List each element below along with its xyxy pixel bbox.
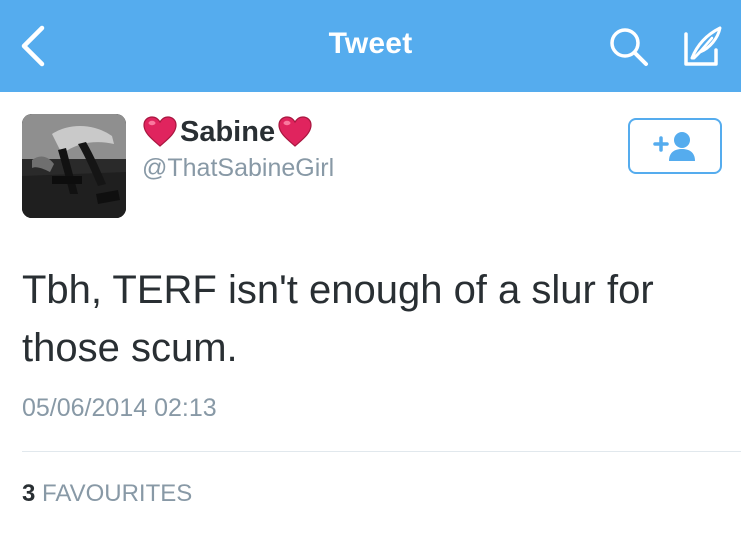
tweet-text: Tbh, TERF isn't enough of a slur for tho…	[22, 268, 654, 370]
favourites-stat[interactable]: 3 FAVOURITES	[22, 480, 192, 508]
tweet-timestamp: 05/06/2014 02:13	[22, 394, 217, 422]
author-name-row[interactable]: Sabine	[142, 112, 313, 152]
red-heart-icon	[278, 116, 312, 147]
back-chevron-icon	[21, 25, 45, 67]
favourites-count: 3	[22, 480, 36, 507]
compose-tweet-icon	[684, 26, 722, 66]
follow-button[interactable]	[628, 118, 722, 174]
search-button[interactable]	[604, 22, 654, 72]
divider	[22, 451, 741, 452]
author-handle[interactable]: @ThatSabineGirl	[142, 154, 334, 183]
navigation-bar: Tweet	[0, 0, 741, 92]
avatar-photo	[22, 114, 126, 218]
favourites-label: FAVOURITES	[42, 480, 193, 507]
red-heart-icon	[143, 116, 177, 147]
back-button[interactable]	[8, 18, 58, 74]
author-display-name: Sabine	[180, 115, 276, 148]
follow-person-plus-icon	[653, 132, 695, 161]
search-icon	[610, 28, 648, 66]
avatar[interactable]	[22, 114, 126, 218]
compose-button[interactable]	[674, 20, 728, 74]
